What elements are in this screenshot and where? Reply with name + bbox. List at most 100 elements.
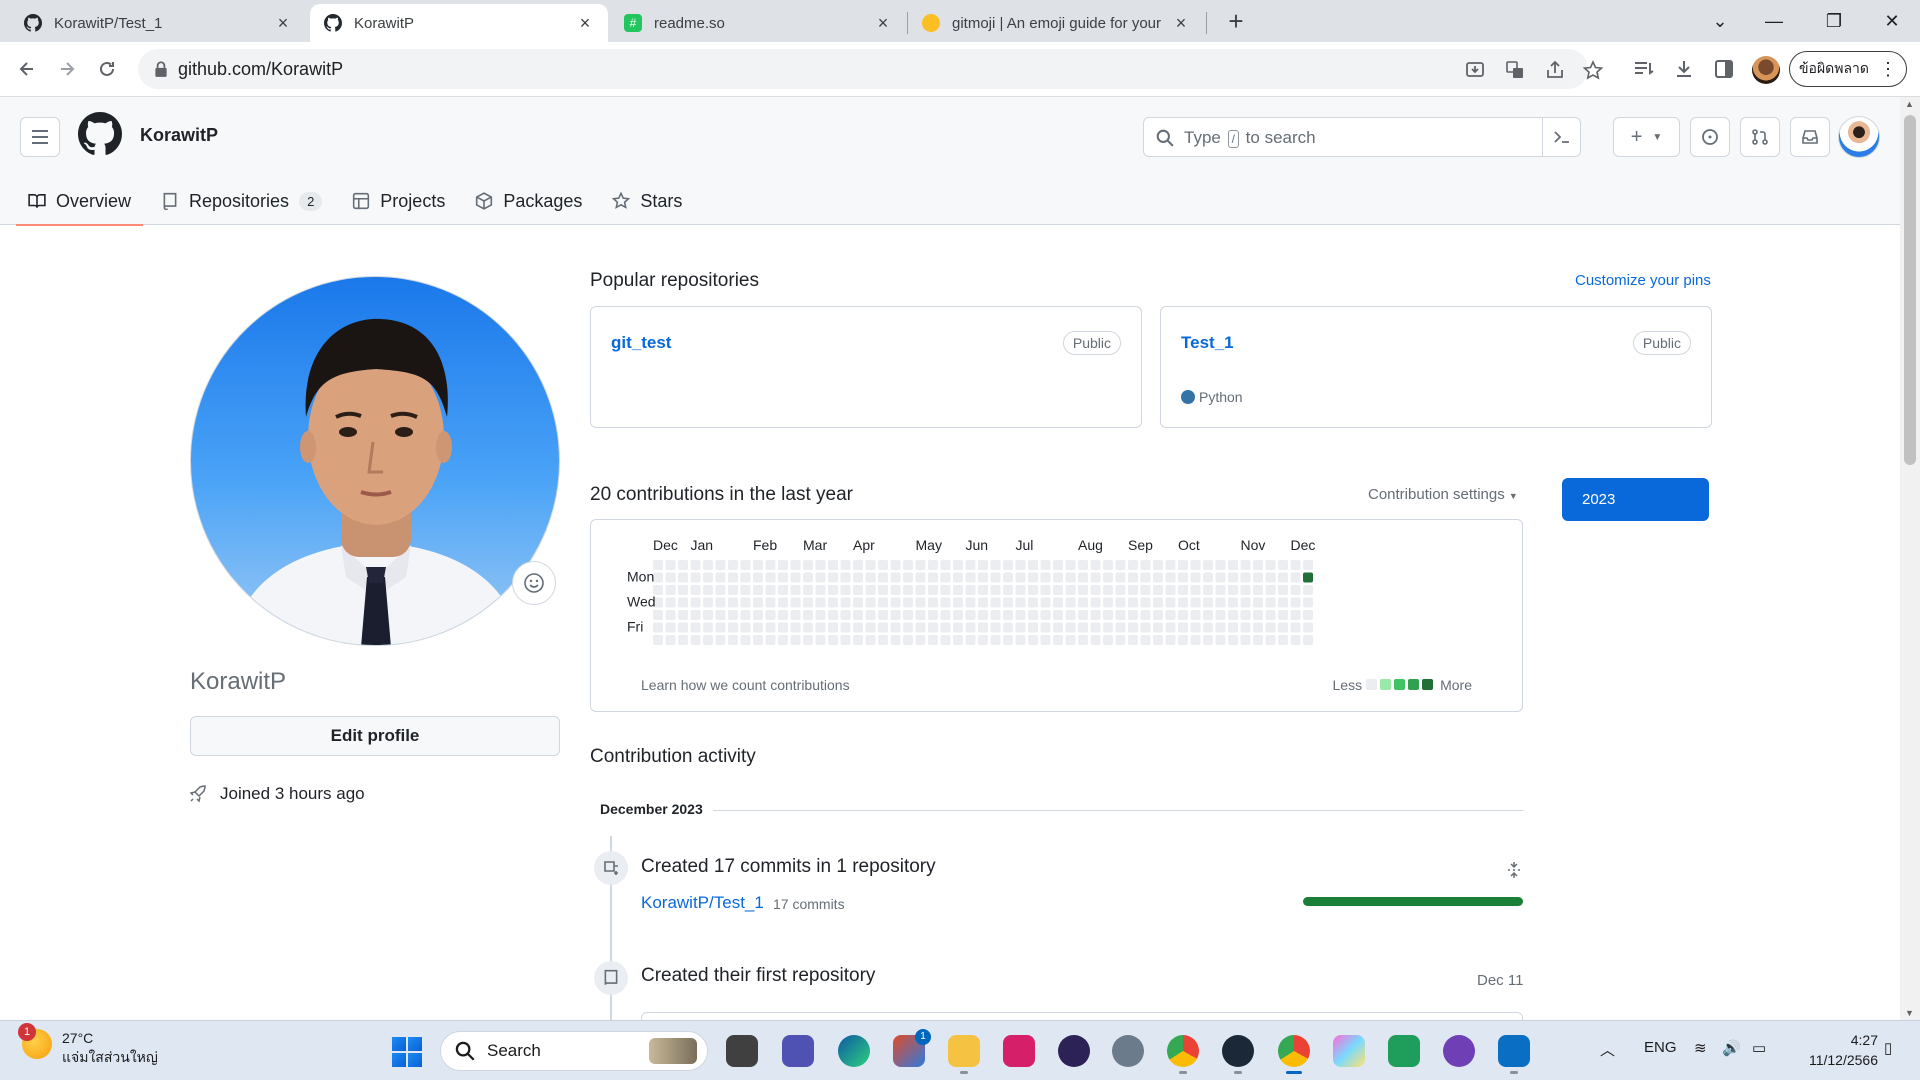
contribution-cell[interactable] <box>1040 597 1051 608</box>
contribution-cell[interactable] <box>790 622 801 633</box>
contribution-cell[interactable] <box>1265 572 1276 583</box>
contribution-cell[interactable] <box>903 635 913 645</box>
contribution-cell[interactable] <box>1165 560 1176 570</box>
contribution-cell[interactable] <box>928 622 938 633</box>
github-desktop-icon[interactable] <box>1443 1035 1475 1067</box>
contribution-cell[interactable] <box>1028 635 1038 645</box>
contribution-cell[interactable] <box>990 622 1001 633</box>
contribution-cell[interactable] <box>1303 622 1313 633</box>
contribution-settings-dropdown[interactable]: Contribution settings ▼ <box>1368 486 1518 503</box>
close-tab-icon[interactable]: × <box>1172 14 1190 32</box>
contribution-cell[interactable] <box>803 560 813 570</box>
contribution-cell[interactable] <box>915 622 926 633</box>
contribution-cell[interactable] <box>1003 622 1013 633</box>
contribution-cell[interactable] <box>1103 597 1113 608</box>
contribution-cell[interactable] <box>653 622 663 633</box>
address-bar[interactable]: github.com/KorawitP <box>138 49 1604 89</box>
contribution-cell[interactable] <box>890 597 901 608</box>
contribution-cell[interactable] <box>1090 585 1101 595</box>
contribution-cell[interactable] <box>765 610 776 620</box>
contribution-cell[interactable] <box>740 610 751 620</box>
contribution-cell[interactable] <box>840 572 851 583</box>
notification-icon[interactable]: ▯ <box>1884 1039 1892 1057</box>
contribution-cell[interactable] <box>1290 585 1301 595</box>
contribution-cell[interactable] <box>840 597 851 608</box>
contribution-cell[interactable] <box>915 610 926 620</box>
contribution-cell[interactable] <box>1278 610 1288 620</box>
contribution-cell[interactable] <box>965 635 976 645</box>
contribution-cell[interactable] <box>1078 597 1088 608</box>
pull-requests-icon[interactable] <box>1740 117 1780 157</box>
year-2023-button[interactable]: 2023 <box>1562 478 1709 521</box>
contribution-cell[interactable] <box>828 622 838 633</box>
contribution-cell[interactable] <box>1190 622 1201 633</box>
contribution-cell[interactable] <box>1303 560 1313 570</box>
contribution-cell[interactable] <box>1215 585 1226 595</box>
contribution-cell[interactable] <box>1015 622 1026 633</box>
contribution-cell[interactable] <box>1253 597 1263 608</box>
contribution-cell[interactable] <box>878 597 888 608</box>
contribution-cell[interactable] <box>990 572 1001 583</box>
contribution-cell[interactable] <box>1265 610 1276 620</box>
contribution-cell[interactable] <box>665 597 676 608</box>
contribution-cell[interactable] <box>1078 560 1088 570</box>
contribution-cell[interactable] <box>1240 610 1251 620</box>
contribution-cell[interactable] <box>703 610 713 620</box>
contribution-cell[interactable] <box>703 597 713 608</box>
repo-name-link[interactable]: Test_1 <box>1181 333 1234 353</box>
contribution-cell[interactable] <box>1278 597 1288 608</box>
contribution-cell[interactable] <box>1215 622 1226 633</box>
contribution-cell[interactable] <box>1178 597 1188 608</box>
bookmark-star-icon[interactable] <box>1582 59 1604 81</box>
contribution-cell[interactable] <box>765 622 776 633</box>
contribution-cell[interactable] <box>1065 585 1076 595</box>
contribution-cell[interactable] <box>1115 635 1126 645</box>
contribution-cell[interactable] <box>1240 635 1251 645</box>
contribution-cell[interactable] <box>665 610 676 620</box>
contribution-cell[interactable] <box>665 560 676 570</box>
contribution-cell[interactable] <box>790 560 801 570</box>
contribution-cell[interactable] <box>715 622 726 633</box>
contribution-cell[interactable] <box>928 560 938 570</box>
contribution-cell[interactable] <box>853 585 863 595</box>
contribution-cell[interactable] <box>903 622 913 633</box>
contribution-cell[interactable] <box>790 635 801 645</box>
contribution-cell[interactable] <box>803 585 813 595</box>
contribution-cell[interactable] <box>1053 585 1063 595</box>
contribution-cell[interactable] <box>1165 610 1176 620</box>
contribution-cell[interactable] <box>828 585 838 595</box>
contribution-cell[interactable] <box>1053 610 1063 620</box>
contribution-cell[interactable] <box>1140 610 1151 620</box>
contribution-cell[interactable] <box>940 585 951 595</box>
contribution-cell[interactable] <box>803 610 813 620</box>
contribution-cell[interactable] <box>778 572 788 583</box>
contribution-cell[interactable] <box>1140 572 1151 583</box>
contribution-cell[interactable] <box>1303 610 1313 620</box>
contribution-cell[interactable] <box>753 635 763 645</box>
contribution-cell[interactable] <box>1115 560 1126 570</box>
contribution-cell[interactable] <box>1115 572 1126 583</box>
contribution-cell[interactable] <box>1090 560 1101 570</box>
contribution-cell[interactable] <box>678 572 688 583</box>
contribution-cell[interactable] <box>778 560 788 570</box>
contribution-cell[interactable] <box>1128 560 1138 570</box>
repo-name-link[interactable]: git_test <box>611 333 671 353</box>
contribution-cell[interactable] <box>1265 585 1276 595</box>
contribution-cell[interactable] <box>740 635 751 645</box>
contribution-cell[interactable] <box>965 597 976 608</box>
contribution-cell[interactable] <box>1215 572 1226 583</box>
contribution-cell[interactable] <box>803 597 813 608</box>
contribution-cell[interactable] <box>903 572 913 583</box>
git-app-icon[interactable] <box>1388 1035 1420 1067</box>
contribution-cell[interactable] <box>1028 597 1038 608</box>
activity-repo-link[interactable]: KorawitP/Test_1 <box>641 893 764 913</box>
contribution-cell[interactable] <box>728 635 738 645</box>
header-username[interactable]: KorawitP <box>140 125 218 146</box>
contribution-cell[interactable] <box>1153 597 1163 608</box>
contribution-cell[interactable] <box>678 610 688 620</box>
contribution-cell[interactable] <box>853 610 863 620</box>
contribution-cell[interactable] <box>740 560 751 570</box>
contribution-cell[interactable] <box>953 635 963 645</box>
contribution-cell[interactable] <box>940 560 951 570</box>
contribution-cell[interactable] <box>1303 585 1313 595</box>
